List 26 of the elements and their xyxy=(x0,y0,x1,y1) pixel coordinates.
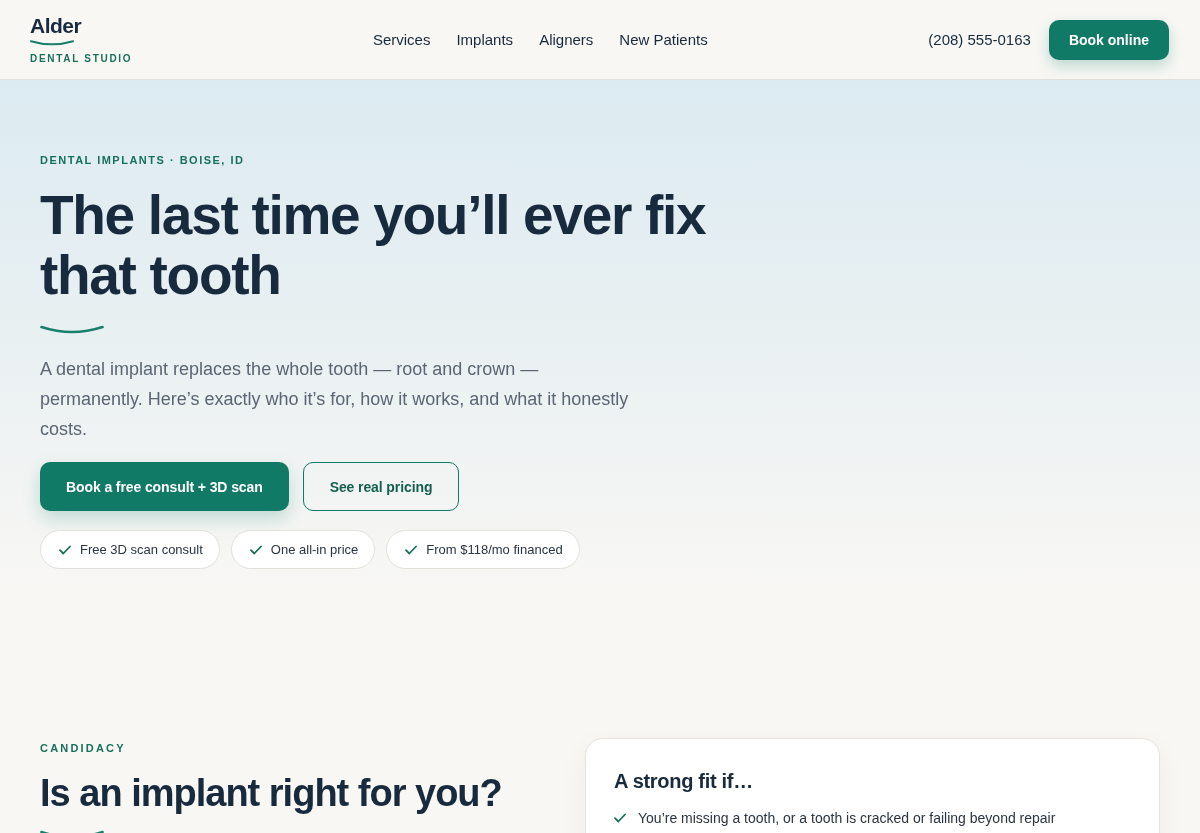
check-icon xyxy=(249,544,262,555)
book-online-button[interactable]: Book online xyxy=(1048,19,1169,60)
hero-eyebrow: DENTAL IMPLANTS · BOISE, ID xyxy=(40,153,245,167)
section-heading: Is an implant right for you? xyxy=(40,771,502,816)
check-icon xyxy=(614,813,626,823)
phone-link[interactable]: (208) 555-0163 xyxy=(928,31,1031,48)
fit-criterion: You’re missing a tooth, or a tooth is cracked or failing beyond repair xyxy=(638,809,1056,828)
card-title: A strong fit if… xyxy=(614,769,753,794)
check-icon xyxy=(59,544,71,555)
hero-description: A dental implant replaces the whole tooth — root and crown — permanently. Here’s exactly who it’s for, how it works, and what it honestly costs. xyxy=(40,358,630,441)
nav-link[interactable]: Aligners xyxy=(539,31,594,48)
nav-link[interactable]: Services xyxy=(372,31,431,48)
hero-heading: The last time you’ll ever fix that tooth xyxy=(40,185,707,305)
chip-label: One all-in price xyxy=(270,542,359,557)
chip-label: Free 3D scan consult xyxy=(80,542,203,557)
logo-wordmark[interactable]: Alder xyxy=(30,14,82,37)
logo-tagline: DENTAL STUDIO xyxy=(30,52,133,65)
consult-button[interactable]: Book a free consult + 3D scan xyxy=(40,462,289,511)
logo-smile-icon xyxy=(30,39,74,46)
smile-curve-icon xyxy=(40,325,104,334)
chip-label: From $118/mo financed xyxy=(426,542,563,557)
section-eyebrow: CANDIDACY xyxy=(40,741,126,755)
nav-link[interactable]: Implants xyxy=(456,31,514,48)
pricing-button[interactable]: See real pricing xyxy=(302,462,460,511)
nav-link[interactable]: New Patients xyxy=(619,31,708,48)
check-icon xyxy=(405,544,418,555)
